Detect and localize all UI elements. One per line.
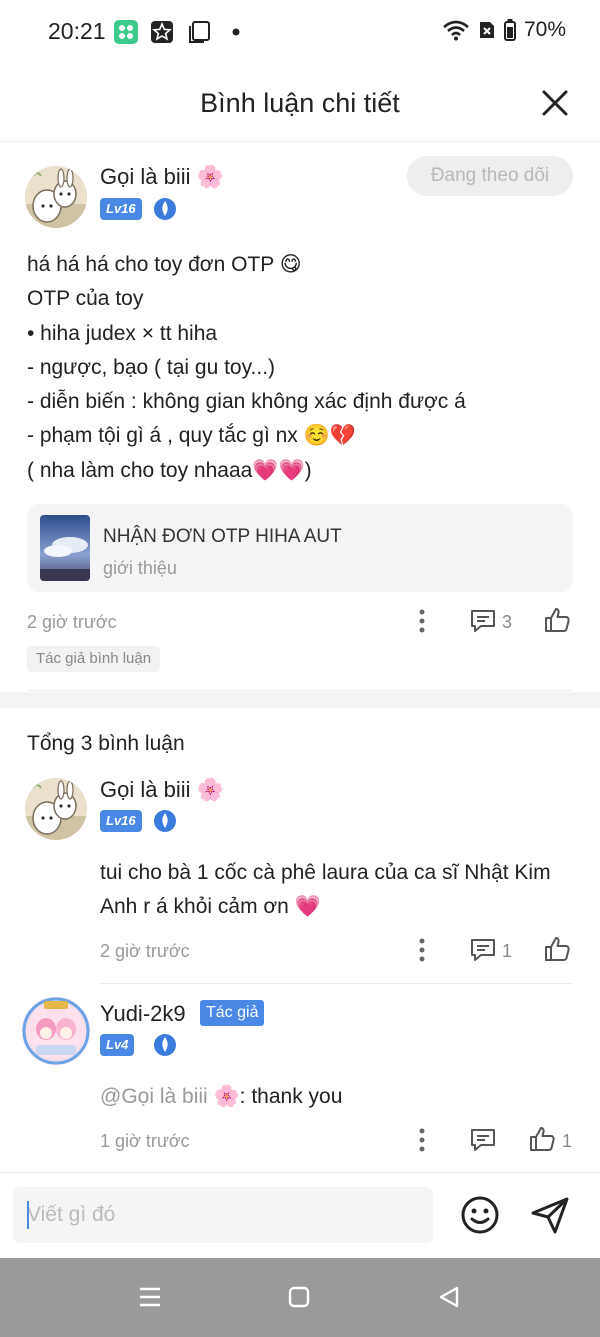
section-gap xyxy=(0,692,600,708)
linked-story-card[interactable]: NHẬN ĐƠN OTP HIHA AUT giới thiệu xyxy=(27,504,573,592)
divider xyxy=(27,690,573,691)
post-body: há há há cho toy đơn OTP 😋 OTP của toy •… xyxy=(27,248,577,488)
avatar-image xyxy=(25,778,87,840)
copy-app-icon xyxy=(189,21,210,43)
level-badge: Lv16 xyxy=(100,810,142,832)
star-app-icon xyxy=(151,21,173,43)
status-time: 20:21 xyxy=(48,18,106,44)
comment-count: 3 xyxy=(502,612,513,632)
menu-icon[interactable] xyxy=(138,1286,162,1308)
no-sim-icon xyxy=(479,22,494,38)
system-nav-bar xyxy=(0,1258,600,1337)
more-icon[interactable] xyxy=(408,1126,436,1154)
post-line: - ngược, bạo ( tại gu toy...) xyxy=(27,355,276,379)
post-line: OTP của toy xyxy=(27,287,144,311)
post-time: 2 giờ trước xyxy=(27,612,117,632)
dot-icon xyxy=(232,28,240,36)
reply-count: 1 xyxy=(502,941,513,961)
medal-icon xyxy=(154,198,176,220)
comment-input-bar: Viết gì đó xyxy=(0,1172,600,1258)
send-icon[interactable] xyxy=(530,1195,570,1235)
comment-icon[interactable] xyxy=(469,607,497,635)
like-icon[interactable] xyxy=(543,935,571,963)
level-badge: Lv4 xyxy=(100,1034,135,1056)
comments-total: Tổng 3 bình luận xyxy=(27,732,185,755)
comment-text: @Gọi là biii 🌸: thank you xyxy=(100,1080,570,1114)
comment-time: 1 giờ trước xyxy=(100,1131,190,1151)
emoji-icon[interactable] xyxy=(460,1195,500,1235)
comment-icon[interactable] xyxy=(469,936,497,964)
story-cover xyxy=(40,515,90,581)
post-line: há há há cho toy đơn OTP 😋 xyxy=(27,253,302,276)
battery-icon xyxy=(503,19,516,41)
avatar[interactable] xyxy=(25,166,87,228)
comment-username[interactable]: Gọi là biii 🌸 xyxy=(100,777,224,803)
avatar-image xyxy=(25,166,87,228)
like-icon[interactable] xyxy=(543,606,571,634)
status-right: 70% xyxy=(442,18,566,42)
like-count: 1 xyxy=(562,1131,573,1151)
comment-icon[interactable] xyxy=(469,1126,497,1154)
medal-icon xyxy=(154,1034,176,1056)
story-subtitle: giới thiệu xyxy=(103,558,177,578)
post-line: • hiha judex × tt hiha xyxy=(27,321,218,345)
page-title: Bình luận chi tiết xyxy=(200,88,400,118)
comment-text: tui cho bà 1 cốc cà phê laura của ca sĩ … xyxy=(100,861,551,918)
avatar[interactable] xyxy=(22,997,90,1065)
level-badge: Lv16 xyxy=(100,198,142,220)
avatar-image xyxy=(22,997,90,1065)
post-line: ( nha làm cho toy nhaaa💗💗) xyxy=(27,458,312,482)
text-caret xyxy=(27,1201,29,1229)
back-icon[interactable] xyxy=(437,1285,461,1309)
home-icon[interactable] xyxy=(288,1286,310,1308)
status-bar: 20:21 70% xyxy=(0,0,600,66)
app-notification-icon xyxy=(114,20,138,44)
author-badge: Tác giả xyxy=(200,1000,265,1026)
comment-input[interactable]: Viết gì đó xyxy=(13,1187,433,1243)
more-icon[interactable] xyxy=(408,607,436,635)
post-username[interactable]: Gọi là biii 🌸 xyxy=(100,164,224,190)
like-icon[interactable] xyxy=(528,1125,556,1153)
input-placeholder: Viết gì đó xyxy=(27,1203,116,1226)
story-title: NHẬN ĐƠN OTP HIHA AUT xyxy=(103,526,342,547)
close-icon[interactable] xyxy=(540,88,570,118)
story-cover-image xyxy=(40,515,90,581)
avatar[interactable] xyxy=(25,778,87,840)
medal-icon xyxy=(154,810,176,832)
battery-level: 70% xyxy=(523,18,566,41)
post-line: - diễn biến : không gian không xác định … xyxy=(27,390,466,414)
wifi-icon xyxy=(443,20,469,41)
post-line: - phạm tội gì á , quy tắc gì nx ☺️💔 xyxy=(27,424,356,448)
mention[interactable]: @Gọi là biii 🌸 xyxy=(100,1085,240,1108)
more-icon[interactable] xyxy=(408,936,436,964)
comment-body: : thank you xyxy=(239,1085,343,1108)
comment-time: 2 giờ trước xyxy=(100,941,190,961)
author-comment-tag: Tác giả bình luận xyxy=(27,646,161,672)
follow-button[interactable]: Đang theo dõi xyxy=(407,156,573,196)
comment-username[interactable]: Yudi-2k9 xyxy=(100,1001,186,1027)
header: Bình luận chi tiết xyxy=(0,66,600,142)
divider xyxy=(100,983,573,984)
